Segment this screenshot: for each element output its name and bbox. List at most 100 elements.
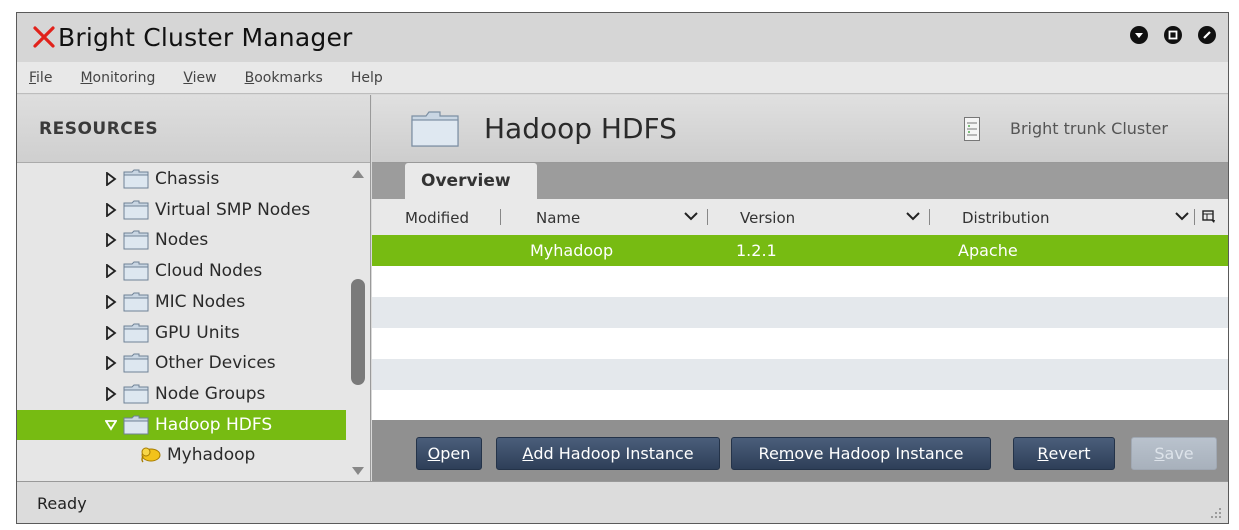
menu-view[interactable]: View	[183, 70, 216, 86]
app-window: Bright Cluster Manager File Monitoring V…	[16, 12, 1229, 524]
hadoop-elephant-icon	[141, 447, 161, 463]
cell-version: 1.2.1	[736, 241, 777, 260]
remove-hadoop-instance-button[interactable]: Re m ove Hadoop Instance	[731, 437, 991, 470]
folder-icon	[123, 415, 149, 435]
menu-bar: File Monitoring View Bookmarks Help	[17, 62, 1228, 94]
column-distribution[interactable]: Distribution	[962, 209, 1050, 227]
folder-icon	[411, 111, 459, 147]
page-title: Hadoop HDFS	[484, 112, 677, 145]
tree-item[interactable]: MIC Nodes	[105, 287, 245, 317]
tree-item[interactable]: Virtual SMP Nodes	[105, 195, 310, 225]
open-button[interactable]: Open	[416, 437, 482, 470]
tree-item-label: GPU Units	[155, 322, 240, 343]
tree-item[interactable]: Chassis	[105, 164, 219, 194]
tree-item-label: MIC Nodes	[155, 291, 246, 312]
chevron-down-icon[interactable]	[1175, 211, 1189, 221]
cluster-name: Bright trunk Cluster	[1010, 119, 1168, 138]
table-row[interactable]: Myhadoop 1.2.1 Apache	[372, 235, 1228, 266]
expand-right-icon[interactable]	[105, 356, 117, 371]
tree-scrollbar[interactable]	[346, 164, 370, 481]
cluster-icon	[964, 117, 980, 141]
tree-item-label: Nodes	[155, 230, 209, 251]
expand-right-icon[interactable]	[105, 294, 117, 309]
main-header: Hadoop HDFS Bright trunk Cluster	[372, 95, 1228, 163]
expand-right-icon[interactable]	[105, 386, 117, 401]
column-version[interactable]: Version	[740, 209, 795, 227]
chevron-down-icon[interactable]	[906, 211, 920, 221]
empty-row	[372, 297, 1228, 328]
folder-icon	[123, 200, 149, 220]
tree-item[interactable]: Other Devices	[105, 348, 276, 378]
column-separator[interactable]	[707, 209, 708, 225]
status-bar: Ready	[17, 481, 1228, 523]
main-panel: Hadoop HDFS Bright trunk Cluster Overvie…	[372, 95, 1228, 481]
column-chooser-icon[interactable]	[1202, 210, 1216, 224]
status-text: Ready	[37, 494, 87, 513]
tree-item[interactable]: GPU Units	[105, 318, 240, 348]
expand-down-icon[interactable]	[105, 418, 117, 432]
menu-file[interactable]: File	[29, 70, 52, 86]
folder-icon	[123, 384, 149, 404]
tab-bar: Overview	[372, 163, 1228, 199]
empty-row	[372, 359, 1228, 390]
expand-right-icon[interactable]	[105, 325, 117, 340]
folder-icon	[123, 230, 149, 250]
scroll-up-icon[interactable]	[352, 170, 364, 178]
scroll-down-icon[interactable]	[352, 467, 364, 475]
title-bar: Bright Cluster Manager	[17, 13, 1228, 62]
tree-item-label: Virtual SMP Nodes	[155, 199, 311, 220]
tree-item[interactable]: Nodes	[105, 225, 208, 255]
expand-right-icon[interactable]	[105, 264, 117, 279]
folder-icon	[123, 261, 149, 281]
menu-help[interactable]: Help	[351, 70, 383, 86]
menu-monitoring[interactable]: Monitoring	[80, 70, 155, 86]
menu-bookmarks[interactable]: Bookmarks	[245, 70, 323, 86]
tree-item[interactable]: Hadoop HDFS	[17, 409, 347, 440]
cell-name: Myhadoop	[530, 241, 614, 260]
resources-title: RESOURCES	[39, 119, 159, 139]
tree-item-label: Chassis	[155, 169, 220, 189]
tree-item-label: Hadoop HDFS	[155, 414, 273, 435]
expand-right-icon[interactable]	[105, 172, 117, 186]
empty-row	[372, 328, 1228, 359]
folder-icon	[123, 292, 149, 312]
scroll-thumb[interactable]	[351, 279, 365, 385]
tree-item[interactable]: Node Groups	[105, 379, 265, 409]
cell-distribution: Apache	[958, 241, 1018, 260]
column-separator[interactable]	[929, 209, 930, 225]
tab-overview[interactable]: Overview	[405, 163, 537, 199]
save-button[interactable]: Save	[1131, 437, 1217, 470]
resource-tree: Chassis Virtual SMP Nodes Nodes Cloud Nodes…	[17, 164, 347, 481]
folder-icon	[123, 353, 149, 373]
revert-button[interactable]: Revert	[1013, 437, 1115, 470]
tree-item-label: Node Groups	[155, 383, 266, 404]
expand-right-icon[interactable]	[105, 202, 117, 217]
maximize-button[interactable]	[1164, 26, 1182, 44]
minimize-button[interactable]	[1130, 26, 1148, 44]
expand-right-icon[interactable]	[105, 233, 117, 248]
close-button[interactable]	[1198, 26, 1216, 44]
tree-item[interactable]: Cloud Nodes	[105, 256, 262, 286]
empty-row	[372, 266, 1228, 297]
column-modified[interactable]: Modified	[405, 209, 469, 227]
resources-header: RESOURCES	[17, 95, 370, 163]
tree-item-label: Cloud Nodes	[155, 261, 263, 282]
bright-logo-icon	[33, 26, 55, 48]
resize-grip-icon[interactable]	[1210, 507, 1222, 519]
resources-panel: RESOURCES Chassis Virtual SMP Nodes Nodes C…	[17, 95, 371, 481]
table-header: Modified Name Version Distribution	[372, 199, 1228, 235]
column-separator[interactable]	[500, 209, 501, 225]
tree-item-label: Myhadoop	[167, 445, 256, 466]
tree-item[interactable]: Myhadoop	[139, 440, 255, 470]
tree-item-label: Other Devices	[155, 353, 276, 374]
app-title: Bright Cluster Manager	[58, 23, 353, 52]
column-separator[interactable]	[1194, 209, 1195, 225]
button-bar: Open Add Hadoop Instance Re m ove Hadoop I…	[372, 420, 1228, 481]
instances-table: Modified Name Version Distribution Myhad…	[372, 199, 1228, 420]
chevron-down-icon[interactable]	[684, 211, 698, 221]
folder-icon	[123, 169, 149, 189]
empty-row	[372, 390, 1228, 421]
folder-icon	[123, 323, 149, 342]
column-name[interactable]: Name	[536, 209, 580, 227]
add-hadoop-instance-button[interactable]: Add Hadoop Instance	[496, 437, 720, 470]
